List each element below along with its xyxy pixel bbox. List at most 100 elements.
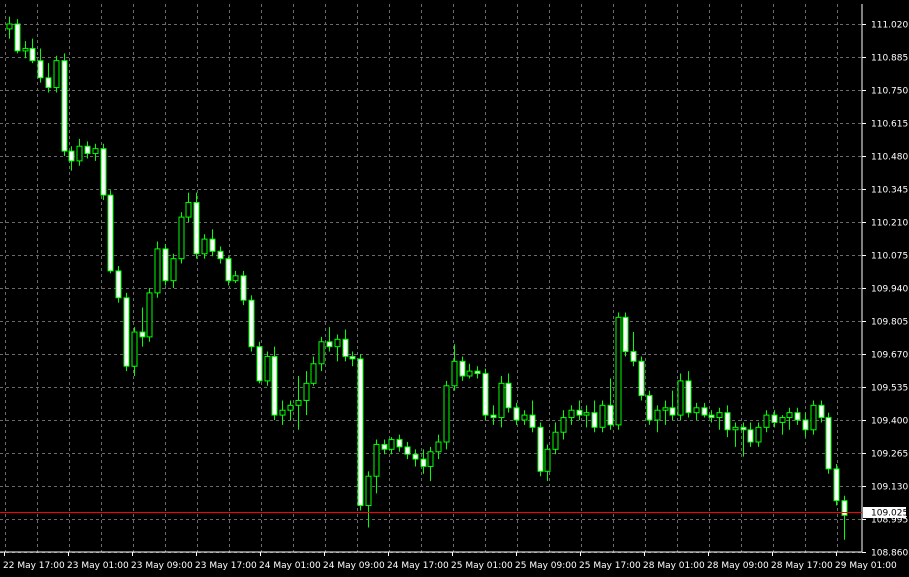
candle-body [240, 275, 247, 301]
candle [537, 422, 544, 477]
candle-body [435, 441, 442, 453]
candle [61, 53, 68, 156]
candle-body [178, 216, 185, 260]
x-tick-label: 25 May 01:00 [451, 561, 513, 571]
y-tick-label: 110.345 [871, 186, 908, 196]
candle-body [599, 404, 606, 428]
candle-body [732, 426, 739, 431]
candle [677, 373, 684, 420]
candle [599, 400, 606, 433]
candle-body [786, 412, 793, 419]
candle-body [669, 407, 676, 416]
candle-body [474, 370, 481, 375]
candle [154, 241, 161, 298]
y-tick-label: 109.265 [871, 450, 908, 460]
candle-body [818, 404, 825, 419]
candle-body [84, 145, 91, 155]
candle-body [708, 414, 715, 419]
candle-body [256, 346, 263, 382]
x-tick-label: 23 May 17:00 [195, 561, 257, 571]
candle-body [622, 316, 629, 353]
candle-body [771, 414, 778, 423]
candle [622, 312, 629, 357]
candle [193, 192, 200, 259]
candle-body [53, 60, 60, 89]
candle-body [76, 145, 83, 162]
candle-body [232, 275, 239, 282]
candle-body [349, 355, 356, 360]
y-tick-label: 110.615 [871, 120, 908, 130]
candle-body [825, 417, 832, 470]
candle-body [701, 407, 708, 416]
candle-body [443, 385, 450, 443]
candle-body [193, 201, 200, 255]
y-tick-label: 110.210 [871, 219, 908, 229]
candle [810, 400, 817, 435]
chart-background [0, 0, 909, 577]
candle-body [185, 201, 192, 218]
candle-body [576, 409, 583, 416]
candle-body [740, 426, 747, 431]
candle-body [303, 382, 310, 401]
candle-body [591, 412, 598, 428]
candle-body [451, 360, 458, 387]
candle-body [271, 355, 278, 416]
current-price-label: 109.025 [871, 509, 908, 519]
candle-body [287, 404, 294, 411]
candle [271, 346, 278, 420]
candle-body [638, 360, 645, 397]
candle-body [61, 60, 68, 152]
x-tick-label: 23 May 09:00 [131, 561, 193, 571]
candle-body [615, 316, 622, 426]
candle-body [412, 453, 419, 460]
candle-body [755, 426, 762, 443]
candle-body [209, 238, 216, 252]
candle-body [131, 331, 138, 367]
y-tick-label: 110.075 [871, 252, 908, 262]
y-tick-label: 110.480 [871, 153, 908, 163]
candle-body [139, 331, 146, 338]
candle [240, 270, 247, 306]
y-tick-label: 109.400 [871, 417, 908, 427]
candle-body [279, 409, 286, 416]
candle-body [248, 299, 255, 348]
candle [115, 266, 122, 303]
y-tick-label: 110.750 [871, 87, 908, 97]
candle-body [92, 148, 99, 155]
candle [646, 390, 653, 425]
candle-body [373, 443, 380, 477]
candle-body [552, 431, 559, 450]
candle [162, 244, 169, 286]
candle-body [716, 412, 723, 419]
candle-body [37, 60, 44, 79]
candlestick-chart: 111.020 110.885 110.750 110.615 110.480 110.3… [0, 0, 909, 577]
candle-body [802, 419, 809, 431]
candle-body [810, 404, 817, 431]
candle-body [100, 148, 107, 196]
candle-body [45, 77, 52, 89]
candle [225, 256, 232, 286]
candle-body [677, 380, 684, 416]
candle-body [170, 258, 177, 282]
candle [833, 464, 840, 506]
candle-body [529, 414, 536, 428]
candle-body [365, 475, 372, 507]
y-tick-label: 110.885 [871, 54, 908, 64]
candle-body [724, 412, 731, 431]
candle-body [342, 338, 349, 357]
candle-body [357, 358, 364, 507]
candle-body [482, 373, 489, 416]
candle-body [22, 47, 29, 52]
candle-body [459, 360, 466, 377]
candle-body [123, 297, 130, 367]
candle-body [107, 194, 114, 272]
candle-body [217, 250, 224, 260]
candle-body [154, 248, 161, 294]
candle-body [794, 412, 801, 421]
x-tick-label: 22 May 17:00 [3, 561, 65, 571]
candle-body [646, 395, 653, 421]
candle [615, 312, 622, 430]
candle-body [115, 270, 122, 299]
candle [107, 190, 114, 274]
candle-body [693, 407, 700, 414]
